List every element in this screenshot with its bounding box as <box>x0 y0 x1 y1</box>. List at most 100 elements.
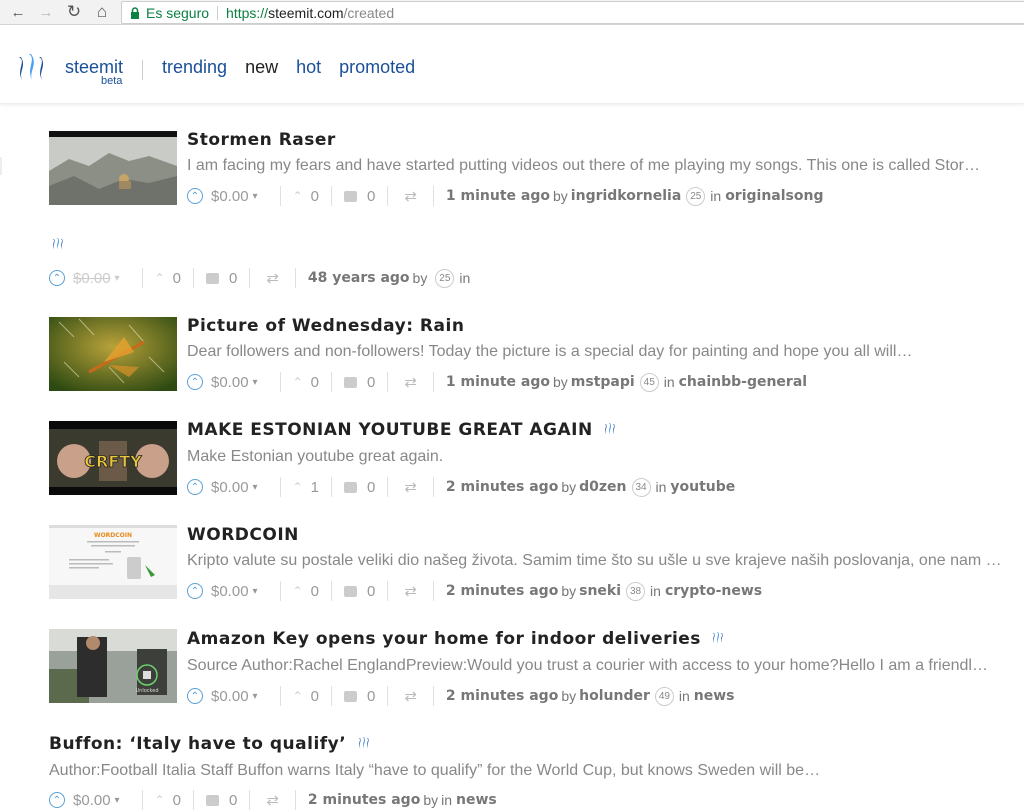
post-time[interactable]: 2 minutes ago <box>308 792 420 808</box>
payout[interactable]: $0.00 <box>211 688 249 705</box>
reblog-icon[interactable]: ⇄ <box>404 478 417 496</box>
reblog-icon[interactable]: ⇄ <box>404 187 417 205</box>
post-author[interactable]: sneki <box>579 583 621 599</box>
comment-count[interactable]: 0 <box>367 374 375 391</box>
post-thumbnail[interactable] <box>49 131 177 205</box>
vote-count[interactable]: 0 <box>173 792 181 809</box>
post-title[interactable]: Buffon: ‘Italy have to qualify’ <box>49 734 371 754</box>
vote-count[interactable]: 0 <box>311 688 319 705</box>
post-thumbnail[interactable]: CRFTY <box>49 421 177 495</box>
upvote-icon[interactable]: ⌃ <box>49 270 65 286</box>
payout-dropdown-icon[interactable]: ▾ <box>253 691 258 702</box>
votes-icon[interactable]: ⌃ <box>293 480 303 494</box>
post-body[interactable]: Source Author:Rachel EnglandPreview:Woul… <box>187 657 1012 675</box>
post-title[interactable]: WORDCOIN <box>187 525 299 545</box>
comment-count[interactable]: 0 <box>229 792 237 809</box>
comment-count[interactable]: 0 <box>367 188 375 205</box>
reload-button[interactable]: ↻ <box>62 0 86 24</box>
post-time[interactable]: 1 minute ago <box>446 188 550 204</box>
upvote-icon[interactable]: ⌃ <box>49 792 65 808</box>
steemit-logo-icon[interactable] <box>15 51 51 90</box>
post-body[interactable]: I am facing my fears and have started pu… <box>187 157 1012 175</box>
votes-icon[interactable]: ⌃ <box>155 793 165 807</box>
reblog-icon[interactable]: ⇄ <box>404 582 417 600</box>
payout-dropdown-icon[interactable]: ▾ <box>253 586 258 597</box>
comment-count[interactable]: 0 <box>367 583 375 600</box>
post-title[interactable]: Amazon Key opens your home for indoor de… <box>187 629 725 649</box>
post-body[interactable]: Make Estonian youtube great again. <box>187 448 1012 466</box>
upvote-icon[interactable]: ⌃ <box>187 583 203 599</box>
upvote-icon[interactable]: ⌃ <box>187 374 203 390</box>
post-category[interactable]: chainbb-general <box>679 374 807 390</box>
post-time[interactable]: 1 minute ago <box>446 374 550 390</box>
forward-button[interactable]: → <box>34 0 58 24</box>
post-title-text[interactable]: Amazon Key opens your home for indoor de… <box>187 629 701 649</box>
payout-dropdown-icon[interactable]: ▾ <box>115 795 120 806</box>
comment-count[interactable]: 0 <box>367 479 375 496</box>
payout[interactable]: $0.00 <box>211 374 249 391</box>
upvote-icon[interactable]: ⌃ <box>187 188 203 204</box>
post-category[interactable]: news <box>456 792 497 808</box>
payout-dropdown-icon[interactable]: ▾ <box>253 482 258 493</box>
post-time[interactable]: 48 years ago <box>308 270 410 286</box>
post-title[interactable]: Stormen Raser <box>187 130 336 150</box>
post-title[interactable]: MAKE ESTONIAN YOUTUBE GREAT AGAIN <box>187 420 617 440</box>
post-title[interactable]: Picture of Wednesday: Rain <box>187 316 464 336</box>
comment-icon[interactable] <box>343 376 357 388</box>
address-bar[interactable]: Es seguro https://steemit.com/created <box>121 1 1024 24</box>
vote-count[interactable]: 0 <box>173 270 181 287</box>
comment-count[interactable]: 0 <box>229 270 237 287</box>
nav-trending[interactable]: trending <box>162 57 227 78</box>
post-body[interactable]: Author:Football Italia Staff Buffon warn… <box>49 762 1012 780</box>
post-thumbnail[interactable]: WORDCOIN <box>49 525 177 599</box>
comment-icon[interactable] <box>343 690 357 702</box>
vote-count[interactable]: 0 <box>311 583 319 600</box>
post-category[interactable]: originalsong <box>725 188 823 204</box>
payout[interactable]: $0.00 <box>211 479 249 496</box>
reblog-icon[interactable]: ⇄ <box>266 791 279 809</box>
home-button[interactable]: ⌂ <box>90 0 114 24</box>
upvote-icon[interactable]: ⌃ <box>187 688 203 704</box>
post-author[interactable]: ingridkornelia <box>571 188 681 204</box>
reblog-icon[interactable]: ⇄ <box>404 687 417 705</box>
post-thumbnail[interactable]: Unlocked <box>49 629 177 703</box>
post-title-text[interactable]: MAKE ESTONIAN YOUTUBE GREAT AGAIN <box>187 420 593 440</box>
payout[interactable]: $0.00 <box>211 583 249 600</box>
payout[interactable]: $0.00 <box>73 792 111 809</box>
comment-icon[interactable] <box>343 190 357 202</box>
post-author[interactable]: holunder <box>579 688 650 704</box>
vote-count[interactable]: 0 <box>311 188 319 205</box>
comment-count[interactable]: 0 <box>367 688 375 705</box>
reblog-icon[interactable]: ⇄ <box>404 373 417 391</box>
payout[interactable]: $0.00 <box>211 188 249 205</box>
post-time[interactable]: 2 minutes ago <box>446 583 558 599</box>
nav-hot[interactable]: hot <box>296 57 321 78</box>
payout-dropdown-icon[interactable]: ▾ <box>253 377 258 388</box>
vote-count[interactable]: 1 <box>311 479 319 496</box>
post-author[interactable]: mstpapi <box>571 374 635 390</box>
votes-icon[interactable]: ⌃ <box>293 375 303 389</box>
votes-icon[interactable]: ⌃ <box>293 584 303 598</box>
post-category[interactable]: crypto-news <box>665 583 762 599</box>
post-author[interactable]: d0zen <box>579 479 626 495</box>
post-category[interactable]: youtube <box>670 479 735 495</box>
votes-icon[interactable]: ⌃ <box>155 271 165 285</box>
nav-promoted[interactable]: promoted <box>339 57 415 78</box>
post-title-text[interactable]: Buffon: ‘Italy have to qualify’ <box>49 734 346 754</box>
back-button[interactable]: ← <box>6 0 30 24</box>
comment-icon[interactable] <box>343 585 357 597</box>
post-body[interactable]: Dear followers and non-followers! Today … <box>187 343 1012 361</box>
payout-dropdown-icon[interactable]: ▾ <box>253 191 258 202</box>
comment-icon[interactable] <box>205 794 219 806</box>
comment-icon[interactable] <box>343 481 357 493</box>
post-body[interactable]: Kripto valute su postale veliki dio naše… <box>187 552 1012 570</box>
post-time[interactable]: 2 minutes ago <box>446 479 558 495</box>
post-category[interactable]: news <box>694 688 735 704</box>
post-time[interactable]: 2 minutes ago <box>446 688 558 704</box>
nav-new[interactable]: new <box>245 57 278 78</box>
votes-icon[interactable]: ⌃ <box>293 689 303 703</box>
payout[interactable]: $0.00 <box>73 270 111 287</box>
post-thumbnail[interactable] <box>49 317 177 391</box>
payout-dropdown-icon[interactable]: ▾ <box>115 273 120 284</box>
comment-icon[interactable] <box>205 272 219 284</box>
